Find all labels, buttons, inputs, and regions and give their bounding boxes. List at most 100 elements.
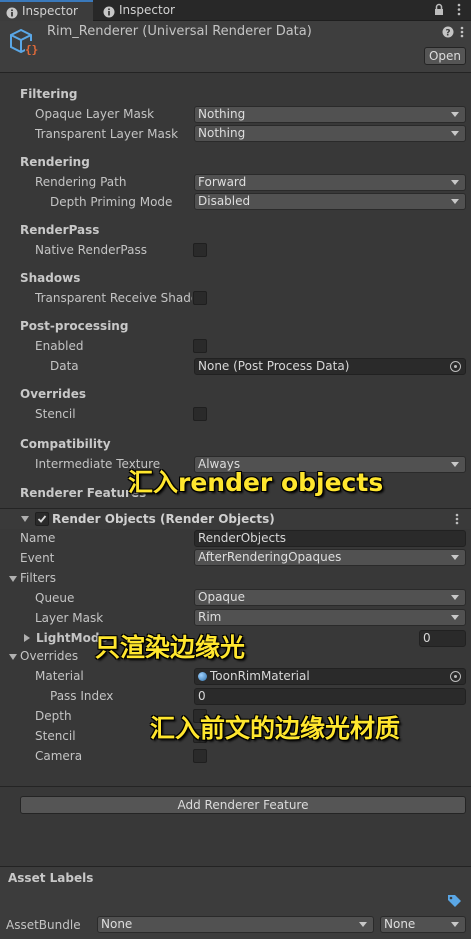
help-icon[interactable]: ? <box>442 26 454 41</box>
filters-label[interactable]: Filters <box>20 571 56 585</box>
native-renderpass-checkbox[interactable] <box>193 243 207 257</box>
info-icon <box>103 4 115 18</box>
native-renderpass-label: Native RenderPass <box>35 243 147 257</box>
section-post-processing: Post-processing <box>20 319 129 333</box>
settings-icon[interactable] <box>460 26 464 41</box>
chevron-down-icon <box>451 199 459 204</box>
annotation-import-rim-material: 汇入前文的边缘光材质 <box>150 714 401 743</box>
post-processing-enabled-label: Enabled <box>35 339 84 353</box>
depth-priming-label: Depth Priming Mode <box>50 195 173 209</box>
depth-label: Depth <box>35 709 72 723</box>
chevron-down-icon <box>451 615 459 620</box>
queue-dropdown[interactable]: Opaque <box>194 589 466 606</box>
depth-priming-dropdown[interactable]: Disabled <box>194 193 466 210</box>
transparent-receive-shadows-checkbox[interactable] <box>193 291 207 305</box>
chevron-down-icon <box>451 180 459 185</box>
asset-labels-title: Asset Labels <box>8 871 94 885</box>
object-picker-icon[interactable] <box>450 361 461 372</box>
dropdown-value: None <box>384 917 416 931</box>
layer-mask-dropdown[interactable]: Rim <box>194 609 466 626</box>
foldout-expanded-icon[interactable] <box>21 516 29 522</box>
svg-text:?: ? <box>445 29 450 38</box>
assetbundle-dropdown[interactable]: None <box>97 916 374 933</box>
tab-inspector-1[interactable]: Inspector <box>0 0 93 21</box>
tag-icon[interactable] <box>447 894 463 911</box>
filters-foldout-icon[interactable] <box>9 576 17 582</box>
section-overrides: Overrides <box>20 387 86 401</box>
material-field[interactable]: ToonRimMaterial <box>194 668 466 685</box>
stencil-label: Stencil <box>35 729 76 743</box>
feature-title: Render Objects (Render Objects) <box>52 512 275 526</box>
open-button[interactable]: Open <box>424 47 466 65</box>
assetbundle-label: AssetBundle <box>6 918 81 932</box>
overrides-stencil-checkbox[interactable] <box>193 407 207 421</box>
info-icon <box>6 6 18 19</box>
dropdown-value: Forward <box>198 175 247 189</box>
dropdown-value: Rim <box>198 610 222 624</box>
dropdown-value: Nothing <box>198 107 246 121</box>
kebab-menu-icon[interactable] <box>457 3 461 19</box>
section-rendering: Rendering <box>20 155 90 169</box>
camera-label: Camera <box>35 749 83 763</box>
post-process-data-field[interactable]: None (Post Process Data) <box>194 358 466 375</box>
annotation-render-rim-only: 只渲染边缘光 <box>95 633 246 662</box>
dropdown-value: None <box>101 917 133 931</box>
post-processing-enabled-checkbox[interactable] <box>193 339 207 353</box>
tab-label: Inspector <box>119 3 175 17</box>
object-picker-icon[interactable] <box>450 671 461 682</box>
field-value: ToonRimMaterial <box>210 669 310 683</box>
material-label: Material <box>35 669 84 683</box>
add-renderer-feature-button[interactable]: Add Renderer Feature <box>20 796 466 814</box>
event-label: Event <box>20 551 55 565</box>
opaque-layer-mask-dropdown[interactable]: Nothing <box>194 106 466 123</box>
feature-name-label: Name <box>20 531 56 545</box>
assetbundle-variant-dropdown[interactable]: None <box>380 916 466 933</box>
lock-icon[interactable] <box>434 3 444 19</box>
asset-labels-panel: Asset Labels AssetBundle None None <box>0 866 471 939</box>
lightmode-foldout-icon[interactable] <box>24 634 30 642</box>
post-processing-data-label: Data <box>50 359 79 373</box>
chevron-down-icon <box>451 112 459 117</box>
inspector-header: {} Rim_Renderer (Universal Renderer Data… <box>0 21 471 73</box>
section-renderpass: RenderPass <box>20 223 100 237</box>
tab-inspector-2[interactable]: Inspector <box>97 0 189 21</box>
material-icon <box>198 672 207 681</box>
divider <box>0 786 471 787</box>
feature-menu-icon[interactable] <box>455 513 459 528</box>
dropdown-value: AfterRenderingOpaques <box>198 550 342 564</box>
transparent-receive-shadows-label: Transparent Receive Shado <box>35 291 192 305</box>
section-compatibility: Compatibility <box>20 437 111 451</box>
queue-label: Queue <box>35 591 75 605</box>
overrides-foldout-icon[interactable] <box>9 654 17 660</box>
renderer-asset-icon: {} <box>8 27 42 60</box>
section-filtering: Filtering <box>20 87 78 101</box>
feature-overrides-label[interactable]: Overrides <box>20 649 78 663</box>
chevron-down-icon <box>451 922 459 927</box>
transparent-layer-mask-label: Transparent Layer Mask <box>35 127 179 141</box>
transparent-layer-mask-dropdown[interactable]: Nothing <box>194 125 466 142</box>
dropdown-value: Disabled <box>198 194 251 208</box>
tab-label: Inspector <box>22 4 78 18</box>
chevron-down-icon <box>451 462 459 467</box>
pass-index-label: Pass Index <box>50 689 114 703</box>
dropdown-value: Nothing <box>198 126 246 140</box>
asset-title: Rim_Renderer (Universal Renderer Data) <box>47 24 312 39</box>
svg-text:{}: {} <box>25 43 38 56</box>
section-shadows: Shadows <box>20 271 81 285</box>
feature-enabled-checkbox[interactable] <box>35 512 49 526</box>
lightmode-count-input[interactable]: 0 <box>419 630 466 647</box>
event-dropdown[interactable]: AfterRenderingOpaques <box>194 549 466 566</box>
pass-index-input[interactable]: 0 <box>194 688 466 705</box>
camera-checkbox[interactable] <box>193 749 207 763</box>
dropdown-value: Opaque <box>198 590 246 604</box>
chevron-down-icon <box>451 131 459 136</box>
chevron-down-icon <box>359 922 367 927</box>
chevron-down-icon <box>451 595 459 600</box>
layer-mask-label: Layer Mask <box>35 611 104 625</box>
rendering-path-dropdown[interactable]: Forward <box>194 174 466 191</box>
rendering-path-label: Rendering Path <box>35 175 127 189</box>
opaque-layer-mask-label: Opaque Layer Mask <box>35 107 155 121</box>
tab-bar: Inspector Inspector <box>0 0 471 21</box>
feature-name-input[interactable]: RenderObjects <box>194 530 466 547</box>
field-value: None (Post Process Data) <box>198 359 350 373</box>
